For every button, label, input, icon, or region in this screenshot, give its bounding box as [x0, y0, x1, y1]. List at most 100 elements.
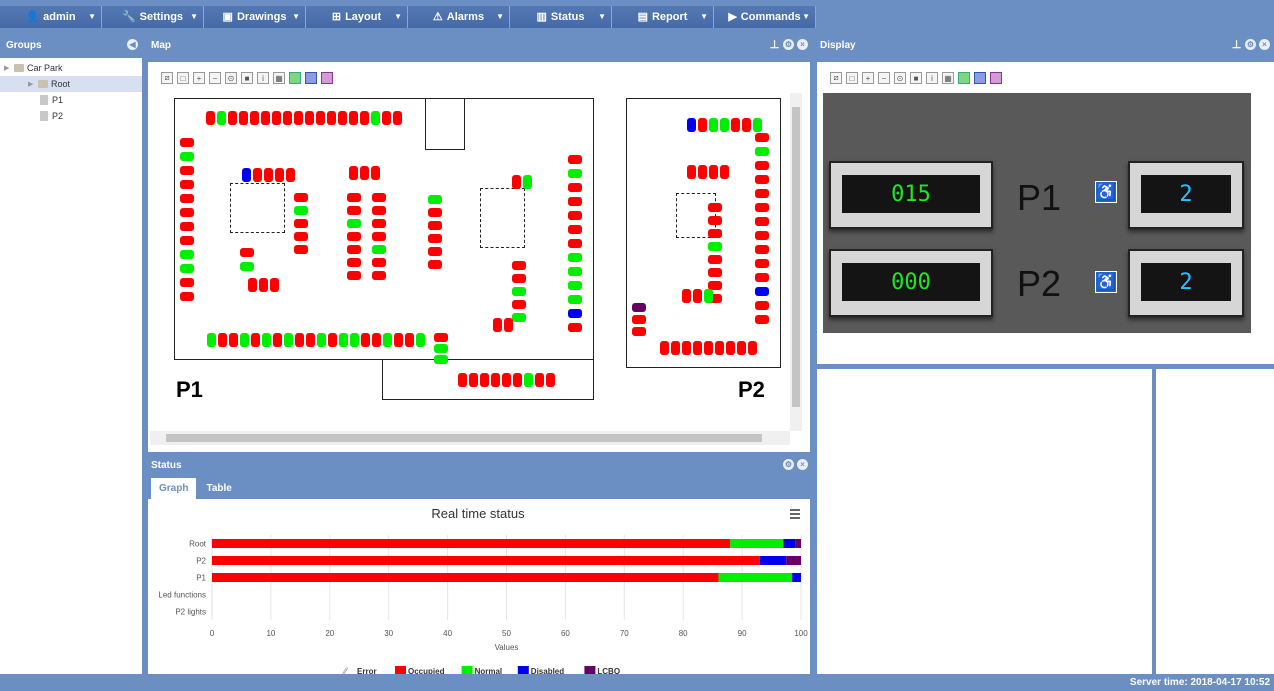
- parking-space[interactable]: [347, 206, 361, 215]
- parking-space[interactable]: [272, 111, 281, 125]
- parking-space[interactable]: [755, 217, 769, 226]
- parking-space[interactable]: [360, 166, 369, 180]
- parking-space[interactable]: [428, 221, 442, 230]
- menu-settings[interactable]: 🔧 Settings ▼: [102, 5, 204, 28]
- tree-node-car-park[interactable]: ▶ Car Park: [0, 60, 142, 76]
- chart-bar-occupied[interactable]: [212, 539, 731, 548]
- parking-space[interactable]: [742, 118, 751, 132]
- chart-bar-disabled[interactable]: [792, 573, 801, 582]
- parking-space[interactable]: [347, 271, 361, 280]
- legend-swatch[interactable]: [461, 666, 473, 674]
- parking-space[interactable]: [755, 203, 769, 212]
- rectangle-icon[interactable]: □: [177, 72, 189, 84]
- parking-space[interactable]: [709, 165, 718, 179]
- parking-space[interactable]: [371, 111, 380, 125]
- parking-space[interactable]: [755, 189, 769, 198]
- parking-space[interactable]: [504, 318, 513, 332]
- parking-space[interactable]: [180, 264, 194, 273]
- close-icon[interactable]: ×: [797, 459, 808, 470]
- settings-icon[interactable]: ⚙: [1245, 39, 1256, 50]
- parking-space[interactable]: [180, 180, 194, 189]
- parking-space[interactable]: [416, 333, 425, 347]
- chart-bar-normal[interactable]: [730, 539, 784, 548]
- parking-space[interactable]: [568, 281, 582, 290]
- parking-space[interactable]: [248, 278, 257, 292]
- parking-space[interactable]: [755, 133, 769, 142]
- parking-space[interactable]: [382, 111, 391, 125]
- parking-space[interactable]: [512, 261, 526, 270]
- parking-space[interactable]: [240, 262, 254, 271]
- parking-space[interactable]: [218, 333, 227, 347]
- parking-space[interactable]: [339, 333, 348, 347]
- parking-space[interactable]: [428, 234, 442, 243]
- map-vertical-scrollbar[interactable]: [790, 93, 802, 431]
- close-icon[interactable]: ×: [1259, 39, 1270, 50]
- parking-space[interactable]: [306, 333, 315, 347]
- parking-space[interactable]: [568, 183, 582, 192]
- parking-space[interactable]: [698, 165, 707, 179]
- parking-space[interactable]: [708, 216, 722, 225]
- parking-space[interactable]: [469, 373, 478, 387]
- parking-space[interactable]: [428, 208, 442, 217]
- parking-space[interactable]: [513, 373, 522, 387]
- parking-space[interactable]: [687, 165, 696, 179]
- parking-space[interactable]: [207, 333, 216, 347]
- parking-space[interactable]: [458, 373, 467, 387]
- parking-space[interactable]: [180, 250, 194, 259]
- parking-space[interactable]: [480, 373, 489, 387]
- parking-space[interactable]: [286, 168, 295, 182]
- parking-space[interactable]: [755, 175, 769, 184]
- menu-layout[interactable]: ⊞ Layout ▼: [306, 5, 408, 28]
- parking-space[interactable]: [372, 193, 386, 202]
- parking-space[interactable]: [704, 289, 713, 303]
- parking-space[interactable]: [327, 111, 336, 125]
- parking-space[interactable]: [338, 111, 347, 125]
- parking-space[interactable]: [491, 373, 500, 387]
- parking-map[interactable]: P1 P2: [150, 93, 790, 431]
- parking-space[interactable]: [693, 289, 702, 303]
- parking-space[interactable]: [372, 219, 386, 228]
- parking-space[interactable]: [253, 168, 262, 182]
- parking-space[interactable]: [434, 355, 448, 364]
- parking-space[interactable]: [755, 301, 769, 310]
- calendar-icon[interactable]: ▦: [942, 72, 954, 84]
- parking-space[interactable]: [349, 166, 358, 180]
- parking-space[interactable]: [632, 315, 646, 324]
- parking-space[interactable]: [372, 271, 386, 280]
- parking-space[interactable]: [693, 341, 702, 355]
- parking-space[interactable]: [228, 111, 237, 125]
- parking-space[interactable]: [349, 111, 358, 125]
- parking-space[interactable]: [242, 168, 251, 182]
- parking-space[interactable]: [748, 341, 757, 355]
- parking-space[interactable]: [709, 118, 718, 132]
- parking-space[interactable]: [251, 333, 260, 347]
- parking-space[interactable]: [715, 341, 724, 355]
- parking-space[interactable]: [568, 239, 582, 248]
- chart-menu-icon[interactable]: [790, 509, 800, 519]
- purple-flag-icon[interactable]: [321, 72, 333, 84]
- parking-space[interactable]: [568, 309, 582, 318]
- parking-space[interactable]: [180, 278, 194, 287]
- parking-space[interactable]: [660, 341, 669, 355]
- parking-space[interactable]: [568, 169, 582, 178]
- parking-space[interactable]: [372, 232, 386, 241]
- parking-space[interactable]: [383, 333, 392, 347]
- parking-space[interactable]: [405, 333, 414, 347]
- menu-alarms[interactable]: ⚠ Alarms ▼: [408, 5, 510, 28]
- parking-space[interactable]: [261, 111, 270, 125]
- zoom-in-icon[interactable]: +: [193, 72, 205, 84]
- chart-bar-normal[interactable]: [718, 573, 793, 582]
- green-flag-icon[interactable]: [289, 72, 301, 84]
- parking-space[interactable]: [726, 341, 735, 355]
- parking-space[interactable]: [687, 118, 696, 132]
- parking-space[interactable]: [512, 175, 521, 189]
- parking-space[interactable]: [347, 232, 361, 241]
- scroll-thumb[interactable]: [792, 107, 800, 407]
- parking-space[interactable]: [755, 259, 769, 268]
- parking-space[interactable]: [372, 245, 386, 254]
- parking-space[interactable]: [755, 231, 769, 240]
- zoom-fit-icon[interactable]: ⊙: [894, 72, 906, 84]
- parking-space[interactable]: [180, 138, 194, 147]
- parking-space[interactable]: [294, 193, 308, 202]
- chart-bar-disabled[interactable]: [783, 539, 796, 548]
